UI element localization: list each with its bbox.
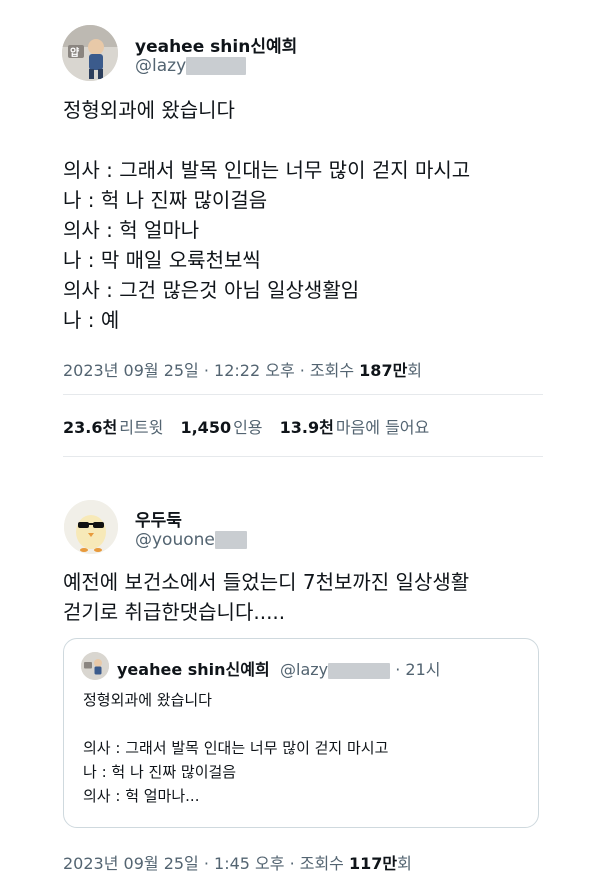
reply-meta: 2023년 09월 25일 · 1:45 오후 · 조회수 117만회 <box>63 850 412 874</box>
reply-text-line: 예전에 보건소에서 들었는디 7천보까진 일상생활 <box>63 570 470 594</box>
tweet-text-line: 나 : 막 매일 오륙천보씩 <box>63 248 261 272</box>
reply-view-count: 117만 <box>349 854 398 873</box>
tweet-text-line: 나 : 헉 나 진짜 많이걸음 <box>63 188 268 212</box>
tweet-view-count: 187만 <box>359 361 408 380</box>
reply-text-line: 걷기로 취급한댓습니다..... <box>63 600 286 624</box>
svg-text:얍: 얍 <box>70 46 80 59</box>
reply-author-handle[interactable]: @youone <box>135 530 247 550</box>
like-count[interactable]: 13.9천 <box>280 418 334 437</box>
author-handle-text: @lazy <box>135 56 187 76</box>
redaction-block <box>186 57 247 75</box>
reply-views-suffix: 회 <box>397 854 412 873</box>
quoted-text-line: 나 : 헉 나 진짜 많이걸음 <box>83 763 237 781</box>
retweet-label[interactable]: 리트윗 <box>119 418 163 437</box>
tweet-timestamp[interactable]: 2023년 09월 25일 · 12:22 오후 · 조회수 <box>63 361 359 380</box>
quoted-author-name: yeahee shin신예희 <box>117 660 270 679</box>
tweet-meta: 2023년 09월 25일 · 12:22 오후 · 조회수 187만회 <box>63 357 422 381</box>
reply-author-name[interactable]: 우두둑 <box>135 506 182 531</box>
tweet-text-line: 의사 : 그래서 발목 인대는 너무 많이 걷지 마시고 <box>63 158 471 182</box>
quoted-text-line: 의사 : 그래서 발목 인대는 너무 많이 걷지 마시고 <box>83 739 389 757</box>
reply-timestamp[interactable]: 2023년 09월 25일 · 1:45 오후 · 조회수 <box>63 854 349 873</box>
quoted-author-handle: @lazy · 21시 <box>280 656 440 680</box>
tweet-text-line: 의사 : 헉 얼마나 <box>63 218 200 242</box>
like-label[interactable]: 마음에 들어요 <box>336 418 429 437</box>
tweet-views-suffix: 회 <box>407 361 423 380</box>
engagement-stats: 23.6천 리트윗 1,450 인용 13.9천 마음에 들어요 <box>63 414 441 438</box>
author-avatar[interactable]: 얍 <box>62 25 118 81</box>
author-name[interactable]: yeahee shin신예희 <box>135 32 297 57</box>
quoted-text-line: 정형외과에 왔습니다 <box>83 691 212 709</box>
reply-handle-text: @youone <box>135 530 215 550</box>
author-handle[interactable]: @lazy <box>135 56 247 76</box>
quote-label[interactable]: 인용 <box>233 418 262 437</box>
redaction-block <box>328 662 391 679</box>
divider <box>63 456 543 457</box>
reply-author-avatar[interactable] <box>64 500 118 554</box>
tweet-text-line: 정형외과에 왔습니다 <box>63 98 235 122</box>
quoted-time: · 21시 <box>395 660 441 679</box>
quoted-handle-text: @lazy <box>280 660 329 679</box>
tweet-text-line: 나 : 예 <box>63 308 120 332</box>
quoted-author-avatar <box>81 652 109 680</box>
tweet-text-line: 의사 : 그건 많은것 아님 일상생활임 <box>63 278 360 302</box>
quote-count[interactable]: 1,450 <box>180 418 231 437</box>
divider <box>63 394 543 395</box>
retweet-count[interactable]: 23.6천 <box>63 418 117 437</box>
redaction-block <box>214 531 247 549</box>
quoted-text-line: 의사 : 헉 얼마나... <box>83 787 200 805</box>
